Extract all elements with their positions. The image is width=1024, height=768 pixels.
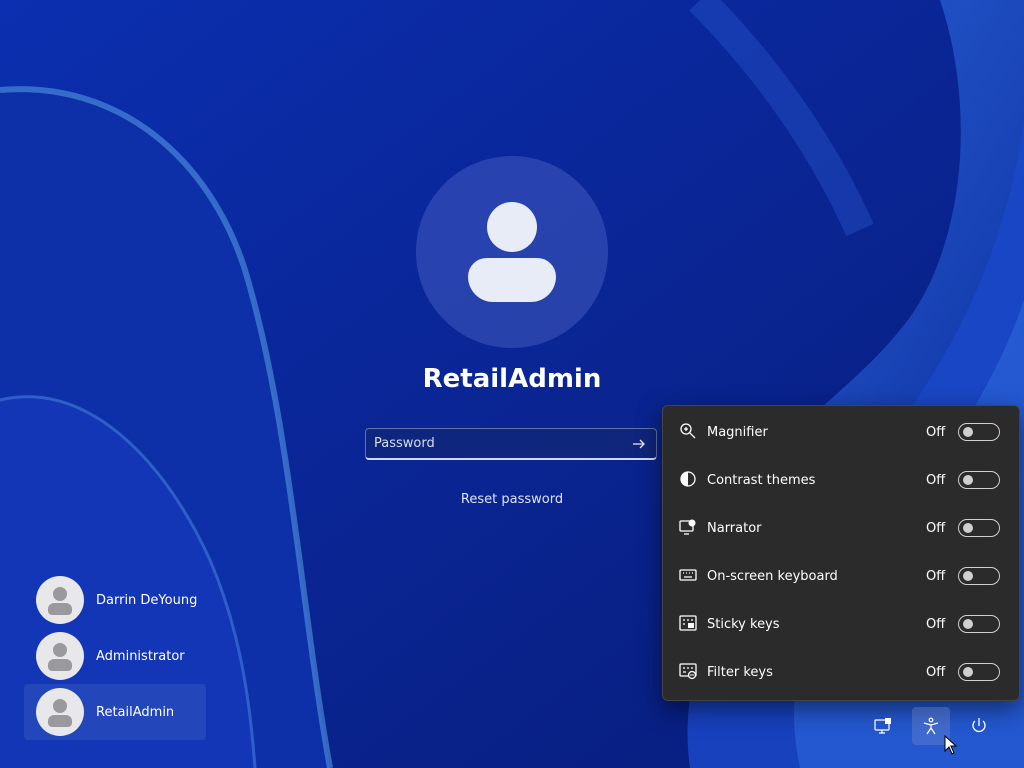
item-label: Filter keys (707, 664, 773, 680)
filter-keys-icon (679, 663, 697, 680)
item-state: Off (926, 472, 946, 488)
filter-keys-toggle[interactable] (958, 663, 1000, 681)
user-name: Darrin DeYoung (96, 592, 198, 608)
magnifier-toggle[interactable] (958, 423, 1000, 441)
narrator-toggle[interactable] (958, 519, 1000, 537)
accessibility-item-contrast-themes[interactable]: Contrast themes Off (663, 456, 1019, 504)
user-name: RetailAdmin (96, 704, 175, 720)
user-item-retailadmin[interactable]: RetailAdmin (24, 684, 206, 740)
password-field-container[interactable] (365, 428, 657, 460)
item-label: On-screen keyboard (707, 568, 838, 584)
accessibility-item-filter-keys[interactable]: Filter keys Off (663, 648, 1019, 696)
item-state: Off (926, 616, 946, 632)
sticky-keys-toggle[interactable] (958, 615, 1000, 633)
avatar (36, 576, 84, 624)
user-item-darrin[interactable]: Darrin DeYoung (24, 572, 206, 628)
item-label: Contrast themes (707, 472, 816, 488)
avatar-head (487, 202, 537, 252)
user-item-administrator[interactable]: Administrator (24, 628, 206, 684)
network-button[interactable] (864, 707, 902, 745)
avatar-body (468, 258, 556, 302)
power-button[interactable] (960, 707, 998, 745)
magnifier-icon (680, 423, 696, 439)
submit-arrow-button[interactable] (628, 433, 650, 455)
contrast-icon (680, 471, 696, 487)
network-icon (874, 718, 891, 734)
arrow-right-icon (633, 439, 645, 449)
item-label: Sticky keys (707, 616, 780, 632)
sticky-keys-icon (679, 615, 697, 631)
keyboard-icon (679, 569, 697, 581)
narrator-icon (679, 519, 696, 535)
item-label: Narrator (707, 520, 762, 536)
item-state: Off (926, 664, 946, 680)
mouse-cursor-icon (944, 735, 958, 755)
accessibility-item-narrator[interactable]: Narrator Off (663, 504, 1019, 552)
accessibility-item-on-screen-keyboard[interactable]: On-screen keyboard Off (663, 552, 1019, 600)
user-list: Darrin DeYoung Administrator RetailAdmin (24, 572, 206, 740)
item-state: Off (926, 520, 946, 536)
item-label: Magnifier (707, 424, 768, 440)
avatar (36, 688, 84, 736)
accessibility-item-magnifier[interactable]: Magnifier Off (663, 408, 1019, 456)
accessibility-flyout: Magnifier Off Contrast themes Off Narrat… (662, 405, 1020, 701)
main-user-avatar (416, 156, 608, 348)
power-icon (972, 718, 986, 733)
avatar (36, 632, 84, 680)
contrast-themes-toggle[interactable] (958, 471, 1000, 489)
item-state: Off (926, 424, 946, 440)
accessibility-icon (923, 717, 939, 735)
item-state: Off (926, 568, 946, 584)
password-input[interactable] (366, 429, 632, 457)
user-name: Administrator (96, 648, 185, 664)
username-title: RetailAdmin (422, 364, 602, 394)
accessibility-item-sticky-keys[interactable]: Sticky keys Off (663, 600, 1019, 648)
on-screen-keyboard-toggle[interactable] (958, 567, 1000, 585)
